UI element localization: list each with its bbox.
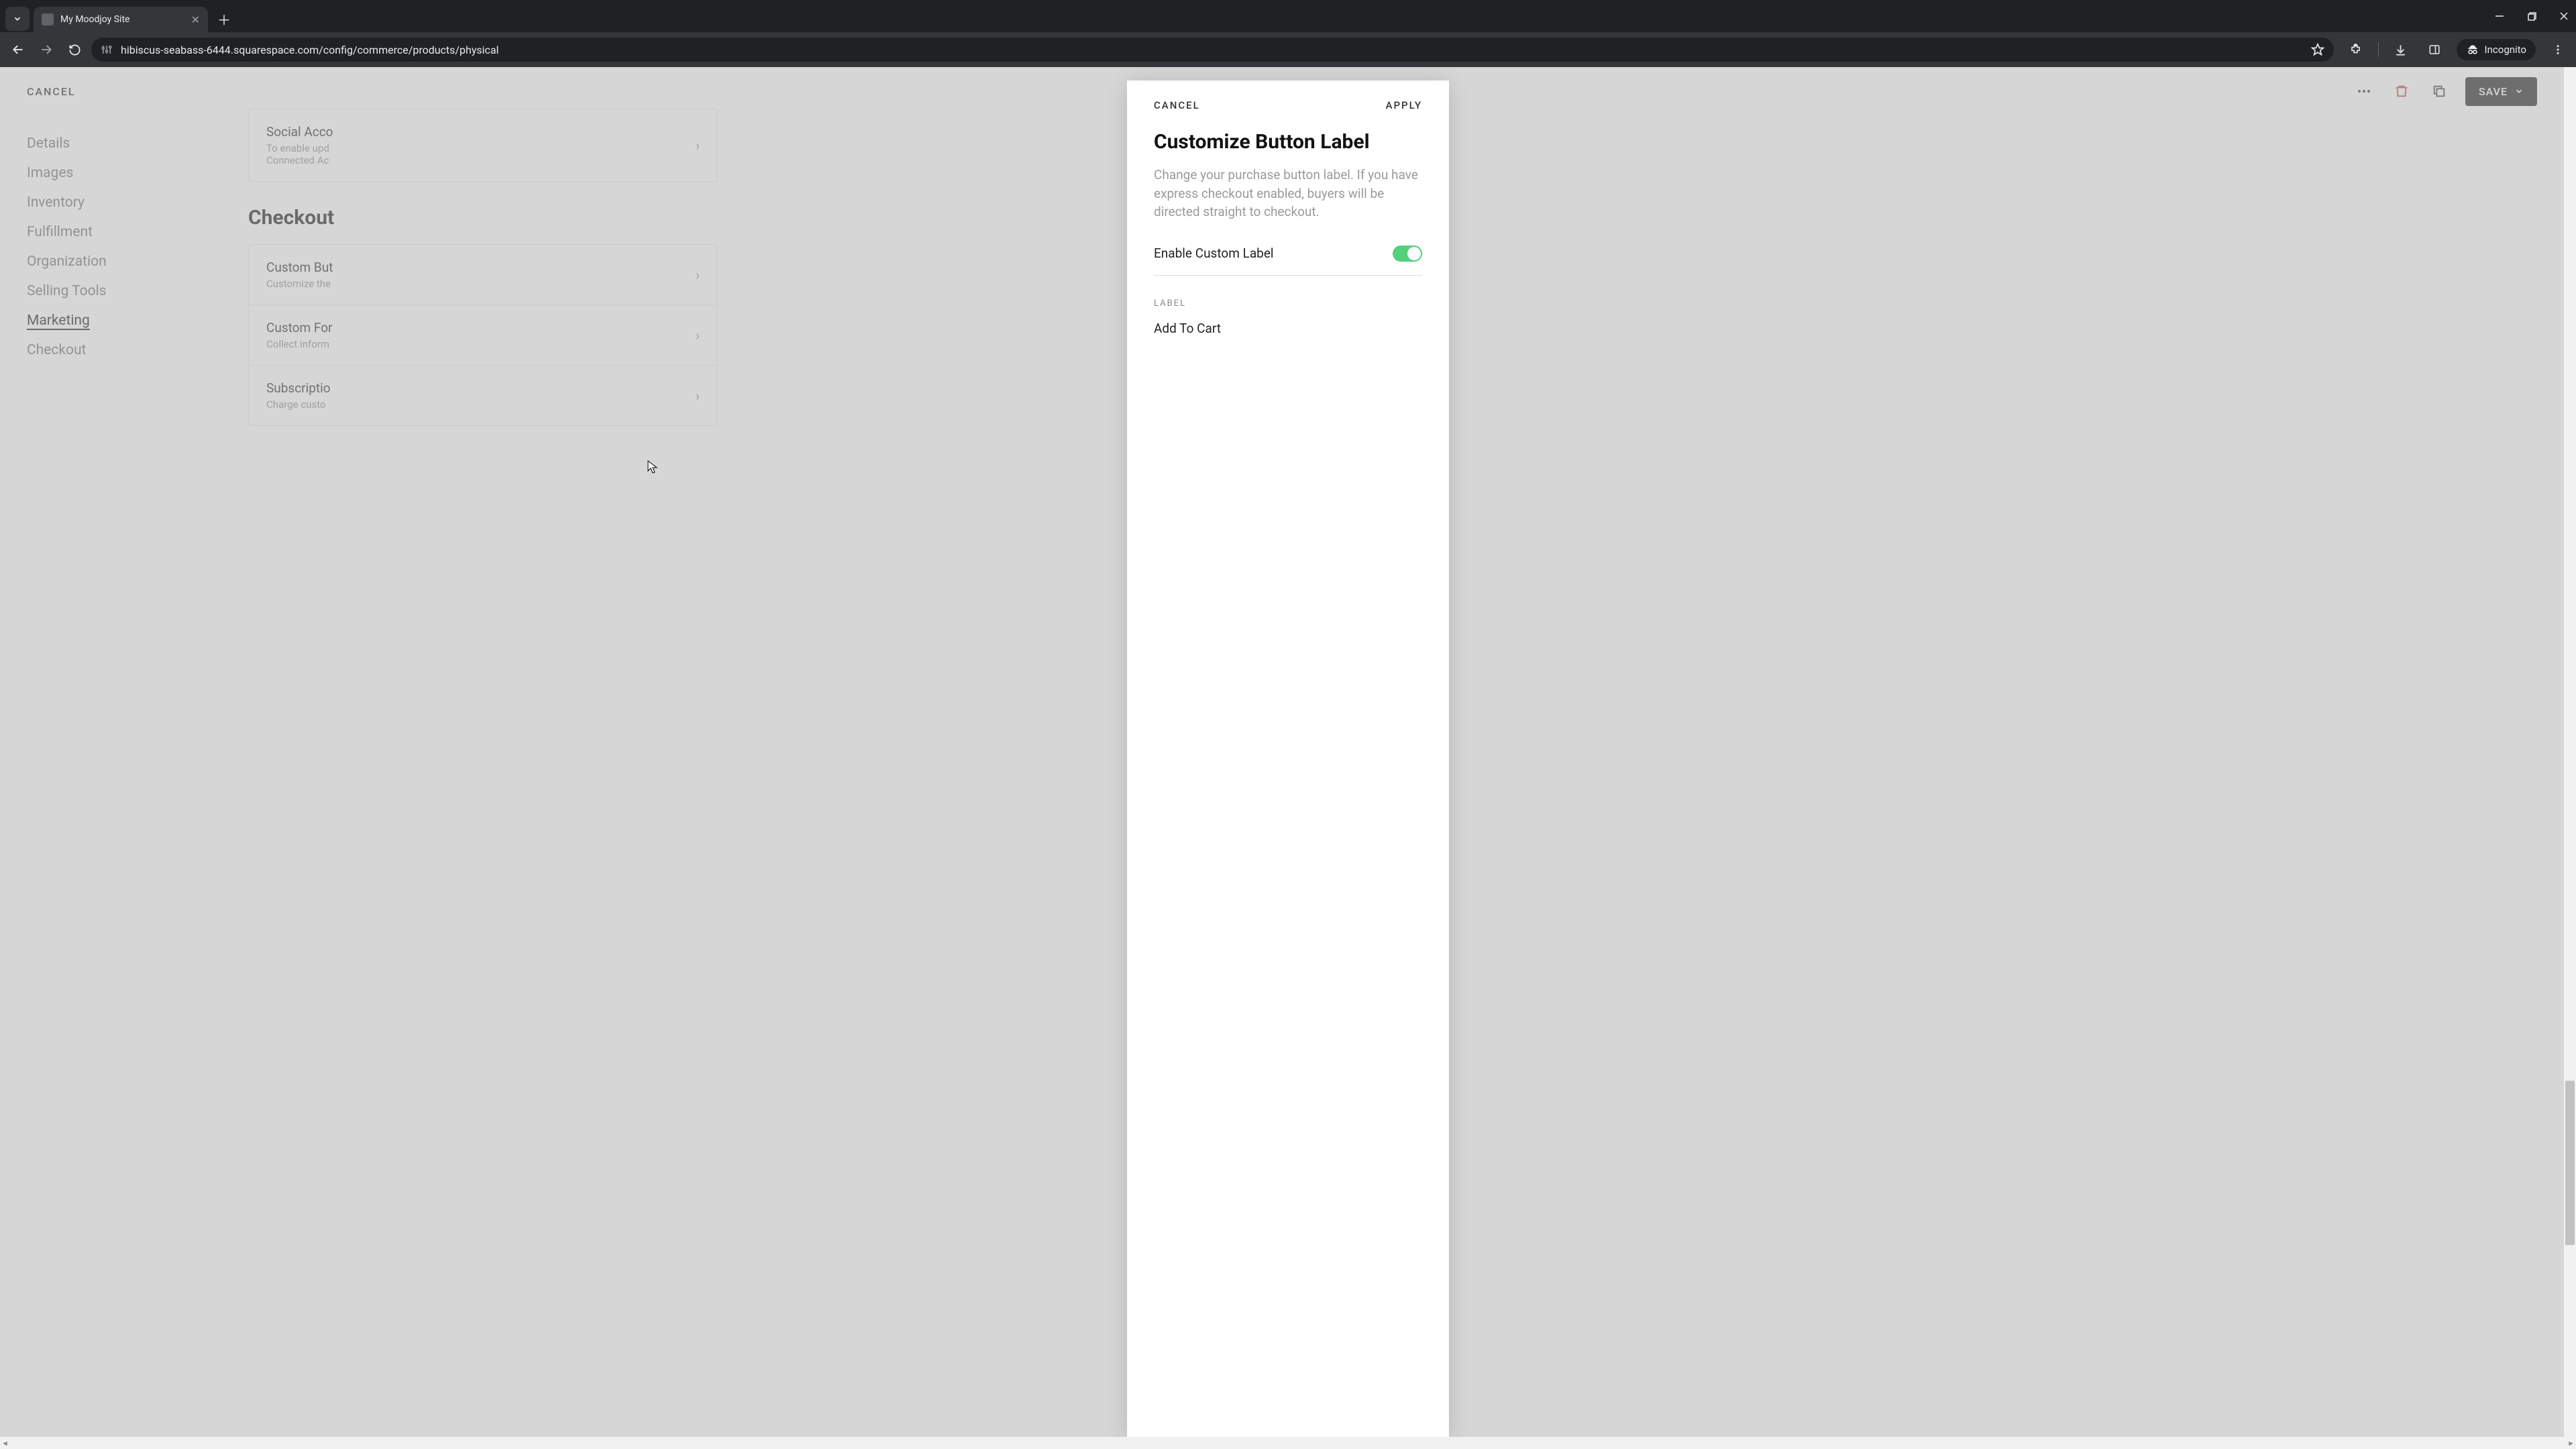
separator bbox=[2378, 42, 2379, 57]
modal-overlay[interactable]: CANCEL APPLY Customize Button Label Chan… bbox=[0, 67, 2576, 1449]
page-viewport: CANCEL SAVE bbox=[0, 67, 2576, 1449]
browser-tab[interactable]: My Moodjoy Site ✕ bbox=[34, 7, 208, 32]
minimize-icon[interactable] bbox=[2493, 9, 2506, 23]
url-text: hibiscus-seabass-6444.squarespace.com/co… bbox=[121, 44, 499, 56]
close-window-icon[interactable] bbox=[2557, 9, 2571, 23]
address-bar[interactable]: hibiscus-seabass-6444.squarespace.com/co… bbox=[91, 38, 2334, 62]
window-controls bbox=[2493, 0, 2571, 32]
modal-title: Customize Button Label bbox=[1154, 130, 1422, 154]
enable-custom-label-toggle[interactable] bbox=[1393, 246, 1422, 262]
customize-button-label-modal: CANCEL APPLY Customize Button Label Chan… bbox=[1127, 80, 1449, 1437]
incognito-label: Incognito bbox=[2485, 44, 2526, 56]
downloads-icon[interactable] bbox=[2390, 38, 2412, 61]
toggle-knob bbox=[1407, 247, 1421, 260]
tab-search-dropdown[interactable] bbox=[5, 7, 30, 31]
modal-description: Change your purchase button label. If yo… bbox=[1154, 166, 1422, 221]
field-label: LABEL bbox=[1154, 299, 1422, 309]
label-input[interactable] bbox=[1154, 318, 1422, 343]
modal-body: Customize Button Label Change your purch… bbox=[1127, 123, 1449, 350]
tab-favicon bbox=[42, 13, 54, 25]
site-settings-icon[interactable] bbox=[101, 44, 113, 56]
scroll-right-arrow[interactable]: ► bbox=[2567, 1439, 2575, 1448]
chrome-menu-icon[interactable] bbox=[2546, 38, 2569, 61]
sidepanel-icon[interactable] bbox=[2423, 38, 2446, 61]
tab-title: My Moodjoy Site bbox=[60, 14, 129, 25]
horizontal-scrollbar[interactable]: ◄ ► bbox=[0, 1437, 2576, 1449]
back-button[interactable] bbox=[7, 38, 30, 61]
tab-close-icon[interactable]: ✕ bbox=[191, 13, 200, 26]
extensions-icon[interactable] bbox=[2345, 38, 2367, 61]
toggle-row: Enable Custom Label bbox=[1154, 246, 1422, 276]
toggle-label: Enable Custom Label bbox=[1154, 246, 1274, 261]
tab-bar: My Moodjoy Site ✕ ＋ bbox=[0, 0, 2576, 32]
new-tab-button[interactable]: ＋ bbox=[213, 8, 235, 30]
toolbar-actions: Incognito bbox=[2339, 38, 2569, 61]
browser-window: My Moodjoy Site ✕ ＋ hibiscus-seabass-644… bbox=[0, 0, 2576, 1449]
modal-cancel-button[interactable]: CANCEL bbox=[1154, 99, 1200, 111]
maximize-icon[interactable] bbox=[2525, 9, 2538, 23]
vertical-scrollbar[interactable] bbox=[2564, 67, 2576, 1437]
incognito-badge[interactable]: Incognito bbox=[2457, 39, 2536, 60]
scroll-left-arrow[interactable]: ◄ bbox=[1, 1439, 9, 1448]
modal-header: CANCEL APPLY bbox=[1127, 80, 1449, 123]
forward-button[interactable] bbox=[35, 38, 58, 61]
modal-apply-button[interactable]: APPLY bbox=[1386, 99, 1423, 111]
scrollbar-thumb[interactable] bbox=[2565, 1081, 2575, 1245]
browser-toolbar: hibiscus-seabass-6444.squarespace.com/co… bbox=[0, 32, 2576, 67]
reload-button[interactable] bbox=[63, 38, 86, 61]
bookmark-star-icon[interactable] bbox=[2311, 43, 2324, 56]
